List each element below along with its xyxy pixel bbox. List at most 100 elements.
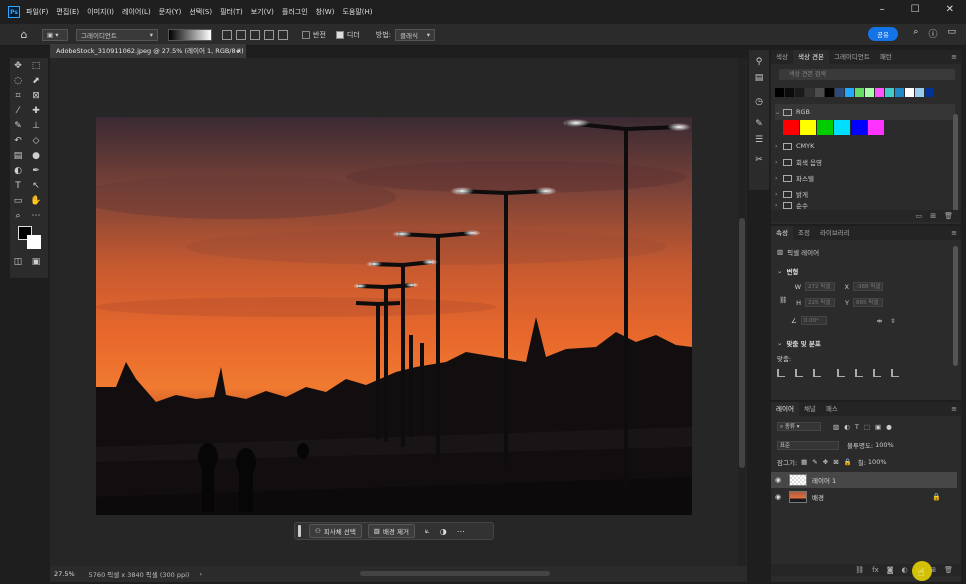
properties-scrollbar[interactable] xyxy=(953,246,958,366)
swatch-folder-pastel[interactable]: › 파스텔 xyxy=(775,170,955,186)
frame-tool-icon[interactable]: ⊠ xyxy=(30,90,42,102)
history-brush-tool-icon[interactable]: ↶ xyxy=(12,135,24,147)
filter-toggle-icon[interactable]: ● xyxy=(886,423,892,431)
filter-pixel-icon[interactable]: ▨ xyxy=(833,423,839,431)
type-tool-icon[interactable]: T xyxy=(12,180,24,192)
recent-swatch[interactable] xyxy=(785,88,794,97)
new-group-icon[interactable]: ▭ xyxy=(916,212,923,220)
filter-adjust-icon[interactable]: ◐ xyxy=(844,423,850,431)
new-swatch-icon[interactable]: ⊞ xyxy=(930,212,936,220)
menu-help[interactable]: 도움말(H) xyxy=(342,7,372,17)
align-right-icon[interactable] xyxy=(813,369,821,377)
delete-icon[interactable]: 🗑 xyxy=(944,566,953,574)
tools-icon[interactable]: ✂ xyxy=(753,154,765,166)
history-icon[interactable]: ◷ xyxy=(753,96,765,108)
align-left-icon[interactable] xyxy=(777,369,785,377)
dither-checkbox[interactable]: 디더 xyxy=(335,30,360,40)
drag-handle[interactable] xyxy=(298,525,301,537)
layer-row[interactable]: ◉ 배경 🔒 xyxy=(771,489,957,505)
path-selection-tool-icon[interactable]: ↖ xyxy=(30,180,42,192)
align-bottom-icon[interactable] xyxy=(873,369,881,377)
flip-horizontal-icon[interactable]: ⇹ xyxy=(877,317,882,325)
fill-value[interactable]: 100% xyxy=(868,458,887,466)
lock-pixels-icon[interactable]: ✎ xyxy=(812,458,817,466)
panel-menu-icon[interactable]: ≡ xyxy=(951,229,957,237)
menu-edit[interactable]: 편집(E) xyxy=(56,7,79,17)
background-color-swatch[interactable] xyxy=(27,235,41,249)
remove-background-button[interactable]: ▨ 배경 제거 xyxy=(367,524,415,538)
swatch-search-input[interactable]: 색상 견본 검색 xyxy=(779,69,955,80)
recent-swatch[interactable] xyxy=(905,88,914,97)
swatch-cyan[interactable] xyxy=(834,120,850,135)
move-tool-icon[interactable]: ✥ xyxy=(12,60,24,72)
filter-shape-icon[interactable]: ⬚ xyxy=(864,423,870,431)
vertical-scroll-thumb[interactable] xyxy=(739,218,745,468)
marquee-tool-icon[interactable]: ⬚ xyxy=(30,60,42,72)
tab-channels[interactable]: 채널 xyxy=(799,402,821,416)
more-options-icon[interactable]: ⋯ xyxy=(457,527,465,536)
recent-swatch[interactable] xyxy=(895,88,904,97)
horizontal-scroll-thumb[interactable] xyxy=(360,571,550,576)
document-tab[interactable]: AdobeStock_310911062.jpeg @ 27.5% (레이어 1… xyxy=(50,44,246,58)
document-info[interactable]: 5760 픽셀 x 3840 픽셀 (300 ppi) xyxy=(89,569,190,579)
recent-swatch[interactable] xyxy=(925,88,934,97)
layer-name[interactable]: 레이어 1 xyxy=(812,475,836,485)
pen-tool-icon[interactable]: ✒ xyxy=(30,165,42,177)
lock-artboard-icon[interactable]: ⊠ xyxy=(833,458,838,466)
layer-style-icon[interactable]: fx xyxy=(872,566,879,574)
quick-mask-icon[interactable]: ◫ xyxy=(12,256,24,268)
swatch-blue[interactable] xyxy=(851,120,867,135)
link-layers-icon[interactable]: ⛓ xyxy=(855,566,864,574)
adjustments-icon[interactable]: ☰ xyxy=(753,134,765,146)
minimize-icon[interactable]: – xyxy=(880,4,885,15)
layer-filter-dropdown[interactable]: ⌕ 종류 ▾ xyxy=(777,422,821,431)
vertical-scrollbar[interactable] xyxy=(738,58,746,566)
y-field[interactable]: 865 픽셀 xyxy=(853,298,883,307)
align-section-header[interactable]: ⌄ 맞춤 및 분포 xyxy=(777,338,821,348)
menu-type[interactable]: 문자(Y) xyxy=(159,7,182,17)
transform-section-header[interactable]: ⌄ 변형 xyxy=(777,266,798,276)
flip-vertical-icon[interactable]: ⇳ xyxy=(890,317,895,325)
swatch-magenta[interactable] xyxy=(868,120,884,135)
tab-paths[interactable]: 패스 xyxy=(821,402,843,416)
dither-checkbox-box[interactable] xyxy=(335,30,344,39)
recent-swatch[interactable] xyxy=(815,88,824,97)
share-button[interactable]: 공유 xyxy=(868,27,898,41)
menu-filter[interactable]: 필터(T) xyxy=(220,7,243,17)
menu-layer[interactable]: 레이어(L) xyxy=(122,7,151,17)
filter-smart-icon[interactable]: ▣ xyxy=(875,423,881,431)
radial-gradient-icon[interactable] xyxy=(236,29,246,40)
lock-transparent-icon[interactable]: ▦ xyxy=(801,458,807,466)
more-align-icon[interactable] xyxy=(891,369,899,377)
eraser-tool-icon[interactable]: ◇ xyxy=(30,135,42,147)
reverse-checkbox-box[interactable] xyxy=(302,30,310,39)
swatch-folder-rgb[interactable]: ⌄ RGB xyxy=(775,104,955,120)
recent-swatch[interactable] xyxy=(805,88,814,97)
diamond-gradient-icon[interactable] xyxy=(278,29,288,40)
tab-gradients[interactable]: 그레이디언트 xyxy=(829,50,875,64)
method-dropdown[interactable]: 클래식 ▾ xyxy=(395,28,436,41)
status-menu-arrow-icon[interactable]: › xyxy=(199,570,202,578)
document-image[interactable] xyxy=(96,117,692,515)
recent-swatch[interactable] xyxy=(775,88,784,97)
tool-preset-picker[interactable]: ▣ ▾ xyxy=(42,28,68,41)
adjustment-icon[interactable]: ◑ xyxy=(440,527,447,536)
swatch-folder-cmyk[interactable]: › CMYK xyxy=(775,138,955,154)
swatch-folder-pure[interactable]: › 순수 xyxy=(775,200,955,210)
delete-icon[interactable]: 🗑 xyxy=(944,212,953,220)
filter-type-icon[interactable]: T xyxy=(855,423,859,431)
gradient-tool-icon[interactable]: ▤ xyxy=(12,150,24,162)
more-tools-icon[interactable]: ⋯ xyxy=(30,210,42,222)
transform-icon[interactable]: ⟀ xyxy=(425,526,430,536)
recent-swatch[interactable] xyxy=(865,88,874,97)
recent-swatch[interactable] xyxy=(875,88,884,97)
zoom-tool-icon[interactable]: ⌕ xyxy=(12,210,24,222)
lock-position-icon[interactable]: ✥ xyxy=(823,458,828,466)
maximize-icon[interactable]: ☐ xyxy=(911,4,920,15)
home-icon[interactable]: ⌂ xyxy=(14,27,34,43)
hand-tool-icon[interactable]: ✋ xyxy=(30,195,42,207)
select-subject-button[interactable]: ⚇ 피사체 선택 xyxy=(309,524,362,538)
layer-name[interactable]: 배경 xyxy=(812,492,824,502)
recent-swatch[interactable] xyxy=(835,88,844,97)
blur-tool-icon[interactable]: ● xyxy=(30,150,42,162)
